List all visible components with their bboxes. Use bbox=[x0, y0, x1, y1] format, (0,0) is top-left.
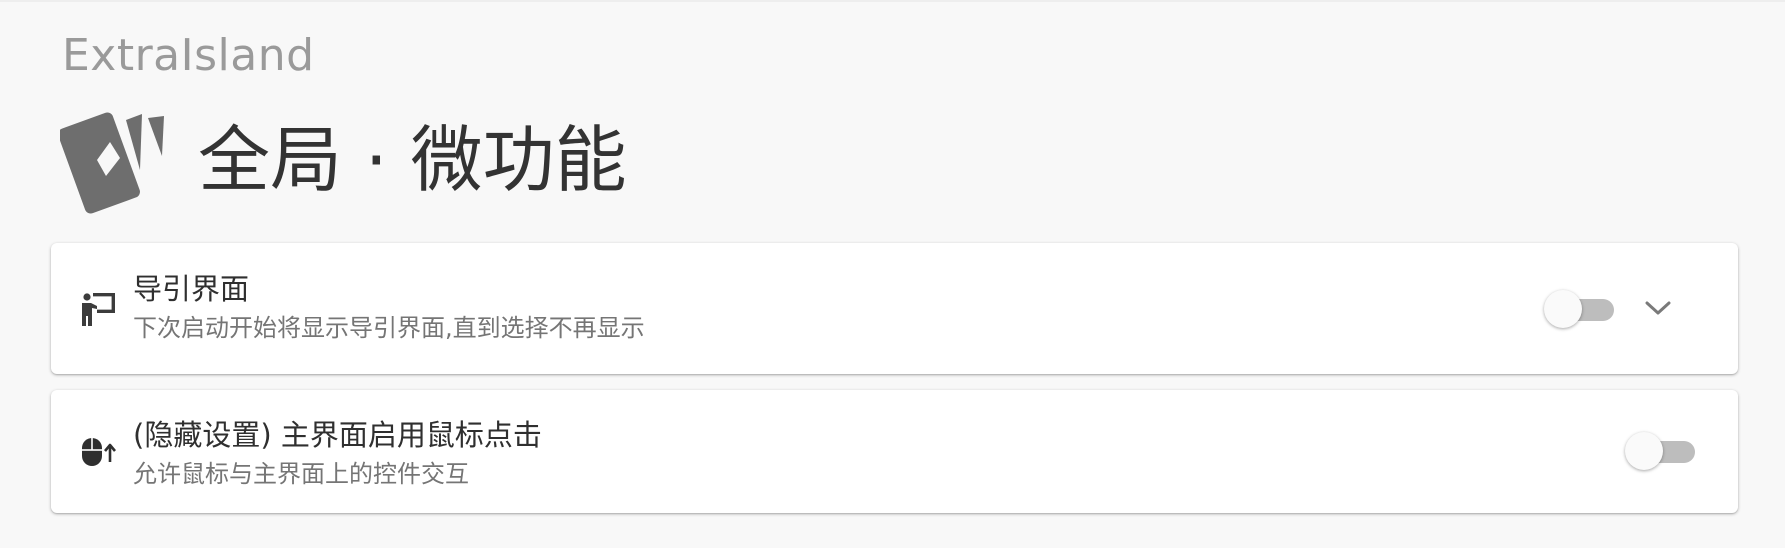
page-title: 全局 · 微功能 bbox=[198, 118, 627, 202]
setting-text: (隐藏设置) 主界面启用鼠标点击 允许鼠标与主界面上的控件交互 bbox=[133, 415, 542, 491]
setting-title: (隐藏设置) 主界面启用鼠标点击 bbox=[133, 418, 542, 452]
presenter-board-icon bbox=[82, 293, 115, 326]
setting-card-mouse-click[interactable]: (隐藏设置) 主界面启用鼠标点击 允许鼠标与主界面上的控件交互 bbox=[51, 390, 1738, 513]
app-name: ExtraIsland bbox=[62, 30, 315, 81]
guide-toggle[interactable] bbox=[1544, 287, 1616, 331]
chevron-down-icon bbox=[1645, 301, 1671, 315]
expand-button[interactable] bbox=[1636, 286, 1680, 330]
setting-card-guide[interactable]: 导引界面 下次启动开始将显示导引界面,直到选择不再显示 bbox=[51, 243, 1738, 374]
toggle-knob bbox=[1544, 290, 1582, 328]
setting-title: 导引界面 bbox=[133, 272, 250, 306]
page-header: 全局 · 微功能 bbox=[60, 104, 627, 216]
setting-text: 导引界面 下次启动开始将显示导引界面,直到选择不再显示 bbox=[133, 269, 645, 345]
setting-description: 下次启动开始将显示导引界面,直到选择不再显示 bbox=[133, 314, 645, 342]
cards-logo-icon bbox=[60, 112, 164, 214]
toggle-knob bbox=[1625, 432, 1663, 470]
setting-description: 允许鼠标与主界面上的控件交互 bbox=[133, 460, 469, 488]
window-top-edge bbox=[0, 0, 1785, 2]
mouse-up-icon bbox=[82, 437, 116, 466]
mouse-click-toggle[interactable] bbox=[1625, 429, 1697, 473]
